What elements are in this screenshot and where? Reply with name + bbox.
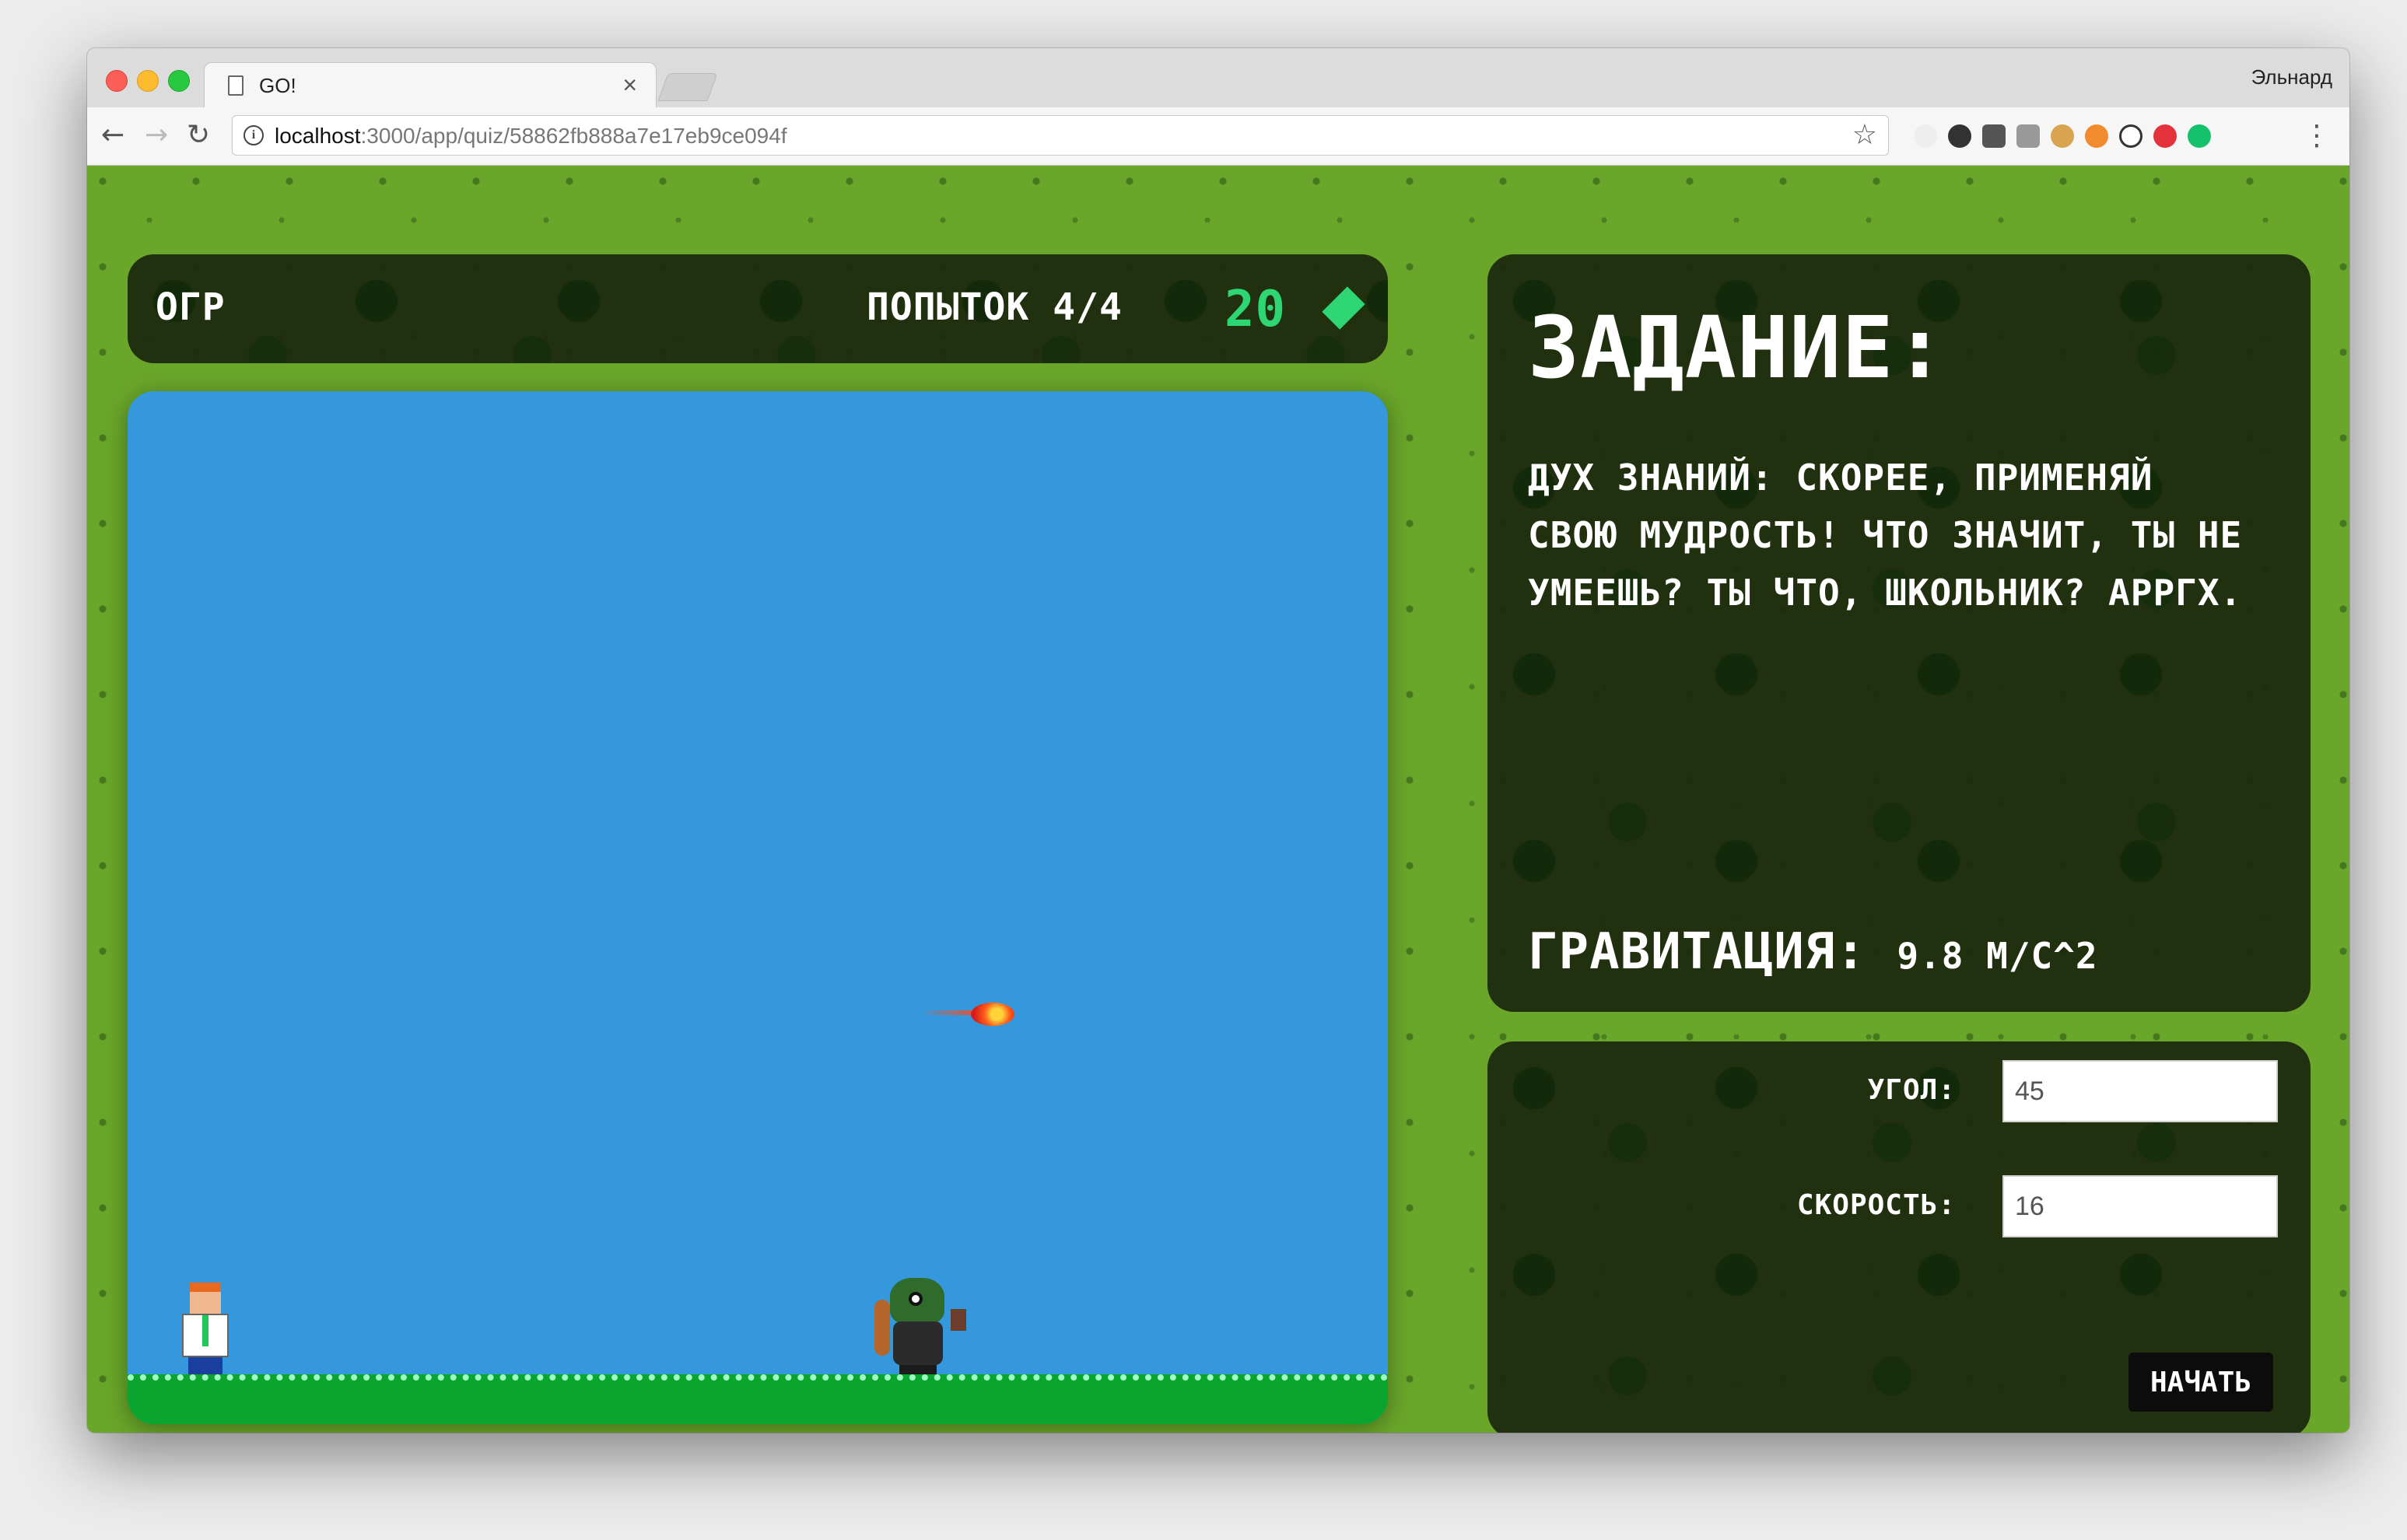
ogre-body [893, 1321, 943, 1365]
player-tie [202, 1315, 208, 1346]
browser-tab[interactable]: GO! × [204, 62, 657, 108]
controls-panel: УГОЛ: СКОРОСТЬ: НАЧАТЬ [1487, 1041, 2311, 1433]
url-text[interactable]: localhost:3000/app/quiz/58862fb888a7e17e… [275, 124, 787, 149]
game-page: ОГР ПОПЫТОК 4/4 20 ЗАДАНИЕ: ДУХ ЗНАНИЙ: … [87, 166, 2349, 1433]
task-panel: ЗАДАНИЕ: ДУХ ЗНАНИЙ: СКОРЕЕ, ПРИМЕНЯЙ СВ… [1487, 254, 2311, 1012]
game-canvas[interactable] [128, 391, 1388, 1424]
level-name: ОГР [156, 285, 226, 329]
url-path: :3000/app/quiz/58862fb888a7e17eb9ce094f [360, 124, 787, 148]
start-button[interactable]: НАЧАТЬ [2128, 1353, 2273, 1412]
ogre-enemy [874, 1278, 968, 1384]
new-tab-button[interactable] [657, 73, 718, 101]
tab-title: GO! [259, 74, 296, 97]
title-bar: GO! × Эльнард [87, 48, 2349, 108]
ogre-eye [909, 1292, 923, 1306]
speed-label: СКОРОСТЬ: [1796, 1189, 1956, 1221]
profile-name[interactable]: Эльнард [2251, 65, 2332, 89]
gravity-line: ГРАВИТАЦИЯ: 9.8 М/С^2 [1528, 923, 2098, 981]
fireball-core [971, 1003, 1014, 1026]
extension-shield-icon[interactable] [1982, 124, 2006, 148]
page-icon [228, 75, 244, 96]
info-icon[interactable]: i [244, 125, 264, 145]
extension-info-icon[interactable] [2119, 124, 2142, 148]
extension-dark-icon[interactable] [1948, 124, 1971, 148]
browser-toolbar: ← → ↻ i localhost:3000/app/quiz/58862fb8… [87, 107, 2349, 166]
player-character [174, 1283, 236, 1382]
gems-counter: 20 [1225, 281, 1287, 338]
browser-window: GO! × Эльнард ← → ↻ i localhost:3000/app… [87, 48, 2349, 1433]
extension-grammarly-icon[interactable] [2188, 124, 2211, 148]
bookmark-star-icon[interactable]: ☆ [1852, 119, 1877, 151]
angle-label: УГОЛ: [1867, 1074, 1956, 1106]
gem-icon [1322, 286, 1365, 330]
fireball-projectile [921, 999, 1014, 1026]
ogre-axe [951, 1309, 966, 1331]
task-text: ДУХ ЗНАНИЙ: СКОРЕЕ, ПРИМЕНЯЙ СВОЮ МУДРОС… [1528, 457, 2243, 614]
extension-s-icon[interactable] [2016, 124, 2040, 148]
browser-menu-icon[interactable]: ⋮ [2303, 120, 2331, 152]
back-icon[interactable]: ← [101, 118, 124, 152]
extension-red-icon[interactable] [2153, 124, 2177, 148]
address-bar[interactable]: i localhost:3000/app/quiz/58862fb888a7e1… [232, 115, 1889, 156]
maximize-window-button[interactable] [168, 70, 190, 92]
gravity-label: ГРАВИТАЦИЯ: [1528, 923, 1866, 981]
gravity-value: 9.8 М/С^2 [1897, 935, 2098, 977]
extension-cookie-icon[interactable] [2051, 124, 2074, 148]
player-head [190, 1283, 221, 1314]
tab-close-icon[interactable]: × [622, 71, 637, 100]
minimize-window-button[interactable] [137, 70, 159, 92]
attempts-counter: ПОПЫТОК 4/4 [867, 285, 1123, 329]
url-host: localhost [275, 124, 361, 148]
extension-orange-icon[interactable] [2085, 124, 2108, 148]
forward-icon[interactable]: → [145, 118, 168, 152]
close-window-button[interactable] [106, 70, 128, 92]
extension-ex-icon[interactable] [1914, 124, 1937, 148]
ogre-club [874, 1300, 890, 1356]
angle-input[interactable] [2002, 1060, 2278, 1122]
reload-icon[interactable]: ↻ [187, 118, 210, 152]
task-heading: ЗАДАНИЕ: [1528, 298, 1946, 397]
hud-bar: ОГР ПОПЫТОК 4/4 20 [128, 254, 1388, 363]
ground-strip [128, 1374, 1388, 1424]
speed-input[interactable] [2002, 1175, 2278, 1237]
